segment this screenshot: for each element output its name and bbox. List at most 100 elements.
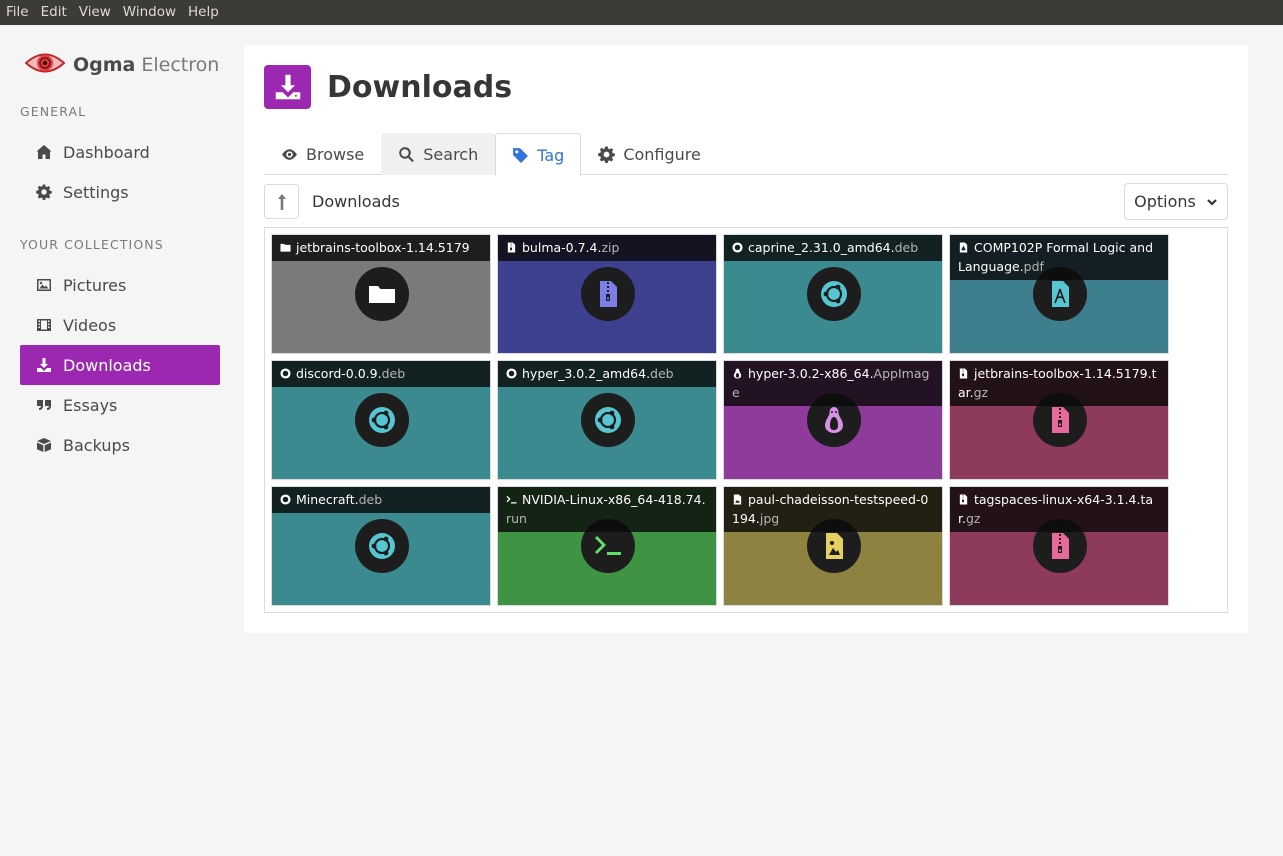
options-dropdown[interactable]: Options [1124,183,1228,220]
gear-icon [35,184,53,200]
file-extension: pdf [1023,259,1044,274]
file-extension: gz [973,385,989,400]
sidebar-item-backups[interactable]: Backups [20,425,220,465]
file-extension: zip [601,240,620,255]
file-name: COMP102P Formal Logic and Language. [958,240,1154,274]
sidebar-item-downloads[interactable]: Downloads [20,345,220,385]
box-icon [35,437,53,453]
tab-label: Browse [306,145,365,164]
file-name-caption: bulma-0.7.4.zip [498,235,716,261]
deb-file-icon [732,239,743,253]
file-tile[interactable]: Minecraft.deb [271,486,491,606]
file-name-caption: jetbrains-toolbox-1.14.5179 [272,235,490,261]
file-extension: deb [894,240,919,255]
quote-icon [35,397,53,413]
file-tile[interactable]: COMP102P Formal Logic and Language.pdf [949,234,1169,354]
main-panel: Downloads Browse Search Tag Configure Do… [244,45,1248,633]
film-icon [35,317,53,333]
collections-menu: Pictures Videos Downloads Essays Backups [20,265,220,465]
gear-icon [598,146,616,163]
home-icon [35,144,53,160]
brand[interactable]: Ogma Electron [20,45,220,85]
file-extension: run [506,511,527,526]
file-tile[interactable]: caprine_2.31.0_amd64.deb [723,234,943,354]
sidebar-item-label: Videos [63,315,117,335]
file-name: bulma-0.7.4. [522,240,602,255]
tab-configure[interactable]: Configure [581,133,718,175]
brand-subtitle: Electron [141,54,220,76]
file-name: caprine_2.31.0_amd64. [748,240,895,255]
image-icon [35,277,53,293]
sidebar-item-label: Downloads [63,355,151,375]
current-path: Downloads [312,192,400,211]
tag-icon [512,147,529,164]
file-tile[interactable]: jetbrains-toolbox-1.14.5179.tar.gz [949,360,1169,480]
file-name-caption: hyper-3.0.2-x86_64.AppImage [724,361,942,406]
file-name-caption: discord-0.0.9.deb [272,361,490,387]
tab-search[interactable]: Search [381,133,496,175]
file-name: hyper-3.0.2-x86_64. [748,366,874,381]
menu-edit[interactable]: Edit [35,0,73,25]
brand-name: Ogma [73,54,136,76]
file-tile[interactable]: tagspaces-linux-x64-3.1.4.tar.gz [949,486,1169,606]
file-tile[interactable]: paul-chadeisson-testspeed-0194.jpg [723,486,943,606]
file-tile[interactable]: hyper-3.0.2-x86_64.AppImage [723,360,943,480]
file-extension: deb [381,366,406,381]
folder-file-icon [280,239,291,252]
file-name-caption: Minecraft.deb [272,487,490,513]
tab-tag[interactable]: Tag [495,133,582,176]
file-name-caption: NVIDIA-Linux-x86_64-418.74.run [498,487,716,532]
sidebar-item-settings[interactable]: Settings [20,172,220,212]
deb-type-icon [355,393,409,447]
sidebar-item-dashboard[interactable]: Dashboard [20,132,220,172]
deb-file-icon [506,365,517,379]
file-tile[interactable]: jetbrains-toolbox-1.14.5179 [271,234,491,354]
menu-help[interactable]: Help [182,0,225,25]
sidebar-item-label: Pictures [63,275,127,295]
deb-file-icon [280,491,291,505]
menu-view[interactable]: View [73,0,117,25]
file-tile[interactable]: hyper_3.0.2_amd64.deb [497,360,717,480]
file-tile[interactable]: bulma-0.7.4.zip [497,234,717,354]
file-name-caption: caprine_2.31.0_amd64.deb [724,235,942,261]
section-label-general: GENERAL [20,104,87,119]
archive-file-icon [958,491,969,505]
page-title: Downloads [327,69,513,105]
tab-label: Configure [623,145,701,164]
eye-icon [281,146,298,163]
tab-browse[interactable]: Browse [264,133,381,175]
file-extension: deb [650,366,674,381]
archive-type-icon [581,267,635,321]
search-icon [398,146,415,163]
file-tile[interactable]: discord-0.0.9.deb [271,360,491,480]
deb-file-icon [280,365,291,379]
file-name: NVIDIA-Linux-x86_64-418.74. [522,492,706,507]
menu-file[interactable]: File [0,0,35,25]
page-header: Downloads [264,65,512,109]
file-grid: jetbrains-toolbox-1.14.5179 bulma-0.7.4.z… [264,227,1228,613]
deb-type-icon [355,519,409,573]
sidebar-item-label: Essays [63,395,118,415]
sidebar-item-videos[interactable]: Videos [20,305,220,345]
image-file-icon [732,491,743,505]
file-tile[interactable]: NVIDIA-Linux-x86_64-418.74.run [497,486,717,606]
sidebar-item-label: Dashboard [63,142,150,162]
sidebar: Ogma Electron GENERAL Dashboard Settings… [20,45,220,465]
sidebar-item-label: Settings [63,182,129,202]
file-extension: jpg [759,511,780,526]
tab-bar: Browse Search Tag Configure [264,133,1228,176]
download-icon [264,65,311,109]
file-name: discord-0.0.9. [296,366,382,381]
eye-logo-icon [24,50,73,80]
file-name: tagspaces-linux-x64-3.1.4.tar. [958,492,1154,526]
parent-directory-button[interactable] [264,184,299,219]
file-name-caption: jetbrains-toolbox-1.14.5179.tar.gz [950,361,1168,406]
tab-label: Tag [537,145,565,165]
archive-file-icon [958,365,969,379]
menu-window[interactable]: Window [117,0,182,25]
options-label: Options [1134,192,1196,211]
sidebar-item-pictures[interactable]: Pictures [20,265,220,305]
sidebar-item-essays[interactable]: Essays [20,385,220,425]
archive-file-icon [506,239,517,253]
terminal-file-icon [506,491,517,504]
